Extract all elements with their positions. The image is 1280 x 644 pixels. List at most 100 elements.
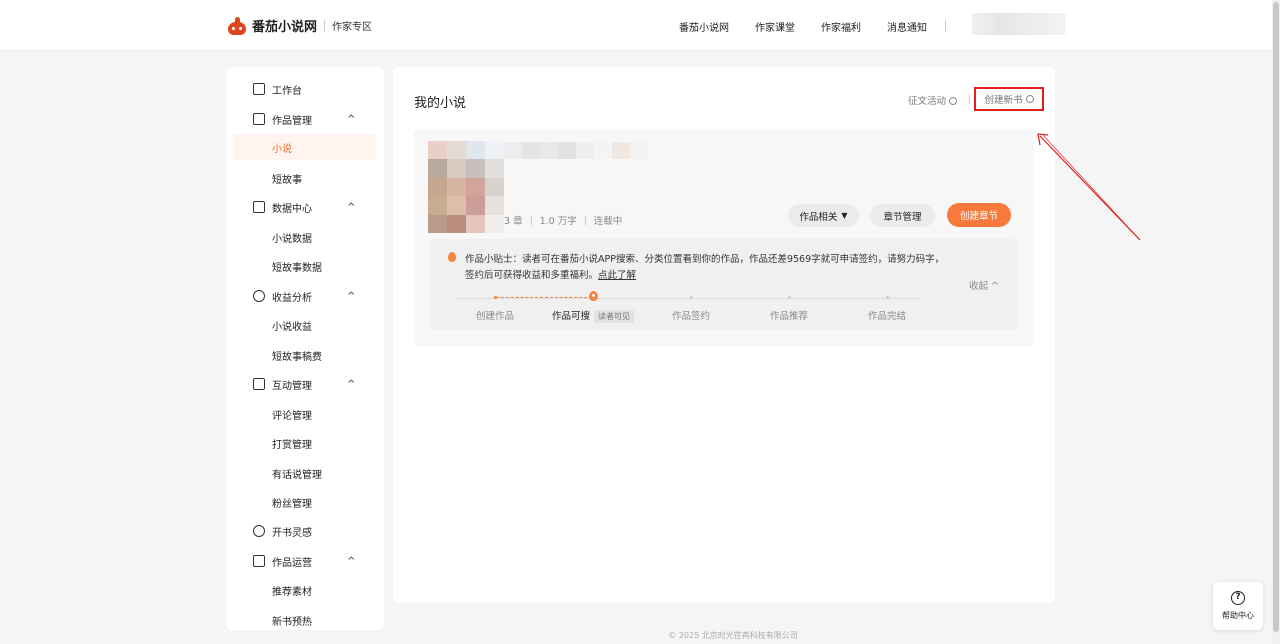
step-signing: 作品签约 xyxy=(672,311,711,322)
sidebar-item-label: 互动管理 xyxy=(272,380,312,392)
current-step-pin-icon xyxy=(589,291,598,301)
sidebar-item-operation[interactable]: 作品运营 ^ xyxy=(226,548,384,574)
sidebar-item-label: 小说数据 xyxy=(272,233,312,245)
chevron-down-icon: ▼ xyxy=(841,211,848,220)
sidebar-item-short-story-fee[interactable]: 短故事稿费 xyxy=(226,342,384,368)
sidebar-item-label: 工作台 xyxy=(272,85,302,97)
progress-track xyxy=(456,298,919,299)
nav-fanqie[interactable]: 番茄小说网 xyxy=(679,19,729,34)
contest-label: 征文活动 xyxy=(908,96,947,107)
sidebar-item-novel-data[interactable]: 小说数据 xyxy=(226,224,384,250)
chapter-manage-button[interactable]: 章节管理 xyxy=(870,204,935,227)
brand-logo[interactable]: 番茄小说网 作家专区 xyxy=(228,16,372,35)
step-dot xyxy=(690,296,693,299)
sidebar-item-new-book-warmup[interactable]: 新书预热 xyxy=(226,607,384,630)
chevron-up-icon: ^ xyxy=(347,290,356,302)
sidebar-item-label: 收益分析 xyxy=(272,292,312,304)
page-title: 我的小说 xyxy=(414,96,467,111)
step-complete: 作品完结 xyxy=(868,311,907,322)
sidebar: 工作台 作品管理 ^ 小说 短故事 数据中心 ^ 小说数据 短故事数据 收益分析… xyxy=(226,67,384,630)
bulb-icon xyxy=(253,525,265,537)
contest-link[interactable]: 征文活动 xyxy=(908,93,958,107)
nav-writer-welfare[interactable]: 作家福利 xyxy=(821,19,861,34)
nav-writer-class[interactable]: 作家课堂 xyxy=(755,19,795,34)
sidebar-item-label: 作品运营 xyxy=(272,557,312,569)
collapse-button[interactable]: 收起 ^ xyxy=(969,278,999,292)
book-meta: 3 章 1.0 万字 连载中 xyxy=(504,213,622,227)
step-dot xyxy=(494,296,497,299)
chart-icon xyxy=(253,201,265,213)
sidebar-item-label: 小说收益 xyxy=(272,321,312,333)
chevron-up-icon: ^ xyxy=(347,201,356,213)
question-icon: ? xyxy=(1231,591,1245,605)
step-recommend: 作品推荐 xyxy=(770,311,809,322)
step-dot xyxy=(886,296,889,299)
sidebar-item-tips[interactable]: 打赏管理 xyxy=(226,430,384,456)
nav-notifications[interactable]: 消息通知 xyxy=(887,19,927,34)
thumb-icon xyxy=(253,555,265,567)
section-name: 作家专区 xyxy=(332,22,373,33)
tomato-logo-icon xyxy=(228,16,246,35)
collapse-label: 收起 xyxy=(969,281,989,292)
tip-body: 作品小贴士：读者可在番茄小说APP搜索、分类位置看到你的作品，作品还差9569字… xyxy=(465,254,945,281)
sidebar-item-comments[interactable]: 评论管理 xyxy=(226,401,384,427)
sidebar-item-works[interactable]: 作品管理 ^ xyxy=(226,106,384,132)
top-header: 番茄小说网 作家专区 番茄小说网 作家课堂 作家福利 消息通知 xyxy=(0,0,1272,51)
step-searchable: 作品可搜 读者可见 xyxy=(552,308,635,323)
location-pin-icon xyxy=(448,252,456,262)
step-dot xyxy=(788,296,791,299)
sidebar-item-label: 作品管理 xyxy=(272,115,312,127)
book-status: 连载中 xyxy=(593,216,623,227)
sidebar-item-revenue[interactable]: 收益分析 ^ xyxy=(226,283,384,309)
book-cover[interactable] xyxy=(428,141,504,233)
chapter-manage-label: 章节管理 xyxy=(883,211,922,223)
chevron-up-icon: ^ xyxy=(347,378,356,390)
chevron-up-icon: ^ xyxy=(991,281,999,292)
tip-learn-more-link[interactable]: 点此了解 xyxy=(598,270,636,281)
sidebar-item-short-story[interactable]: 短故事 xyxy=(226,165,384,191)
tip-text: 作品小贴士：读者可在番茄小说APP搜索、分类位置看到你的作品，作品还差9569字… xyxy=(465,252,945,284)
main-panel: 我的小说 征文活动 创建新书 3 章 1.0 万字 连载中 作品相关 ▼ 章节管… xyxy=(393,67,1055,603)
user-avatar[interactable] xyxy=(972,13,1066,35)
create-book-button[interactable]: 创建新书 xyxy=(974,87,1044,111)
sidebar-item-interaction[interactable]: 互动管理 ^ xyxy=(226,371,384,397)
book-title[interactable] xyxy=(504,142,654,176)
step-create: 创建作品 xyxy=(476,311,515,322)
sidebar-item-label: 小说 xyxy=(272,143,292,155)
help-center-label: 帮助中心 xyxy=(1222,611,1254,620)
book-related-button[interactable]: 作品相关 ▼ xyxy=(788,204,859,227)
create-book-label: 创建新书 xyxy=(984,95,1023,106)
sidebar-item-workbench[interactable]: 工作台 xyxy=(226,76,384,102)
book-icon xyxy=(253,113,265,125)
sidebar-item-label: 短故事数据 xyxy=(272,262,322,274)
sidebar-item-author-notes[interactable]: 有话说管理 xyxy=(226,460,384,486)
sidebar-item-data-center[interactable]: 数据中心 ^ xyxy=(226,194,384,220)
coin-icon xyxy=(253,290,265,302)
progress-done xyxy=(496,297,592,298)
step-searchable-label: 作品可搜 xyxy=(552,311,591,322)
book-chapters: 3 章 xyxy=(504,216,523,227)
sidebar-item-fans[interactable]: 粉丝管理 xyxy=(226,489,384,515)
sidebar-item-label: 开书灵感 xyxy=(272,527,312,539)
page-scrollbar[interactable] xyxy=(1272,0,1280,644)
sidebar-item-novel-revenue[interactable]: 小说收益 xyxy=(226,312,384,338)
sidebar-item-inspiration[interactable]: 开书灵感 xyxy=(226,518,384,544)
sidebar-item-label: 推荐素材 xyxy=(272,586,312,598)
book-related-label: 作品相关 xyxy=(799,211,838,223)
footer-copyright: © 2025 北京时光荏苒科技有限公司 xyxy=(668,631,798,640)
sidebar-item-label: 评论管理 xyxy=(272,410,312,422)
top-nav: 番茄小说网 作家课堂 作家福利 消息通知 xyxy=(679,19,953,34)
sidebar-item-recommend-material[interactable]: 推荐素材 xyxy=(226,577,384,603)
nav-divider xyxy=(945,20,946,32)
sidebar-item-label: 有话说管理 xyxy=(272,469,322,481)
chevron-up-icon: ^ xyxy=(347,113,356,125)
sidebar-item-short-story-data[interactable]: 短故事数据 xyxy=(226,253,384,279)
create-chapter-button[interactable]: 创建章节 xyxy=(947,203,1011,227)
book-card: 3 章 1.0 万字 连载中 作品相关 ▼ 章节管理 创建章节 作品小贴士：读者… xyxy=(414,130,1034,347)
sidebar-item-novel[interactable]: 小说 xyxy=(233,134,376,160)
plus-circle-icon xyxy=(1025,95,1034,103)
step-badge: 读者可见 xyxy=(594,310,635,323)
sidebar-item-label: 短故事 xyxy=(272,174,302,186)
help-center-button[interactable]: ? 帮助中心 xyxy=(1213,582,1263,630)
chat-icon xyxy=(253,378,265,390)
